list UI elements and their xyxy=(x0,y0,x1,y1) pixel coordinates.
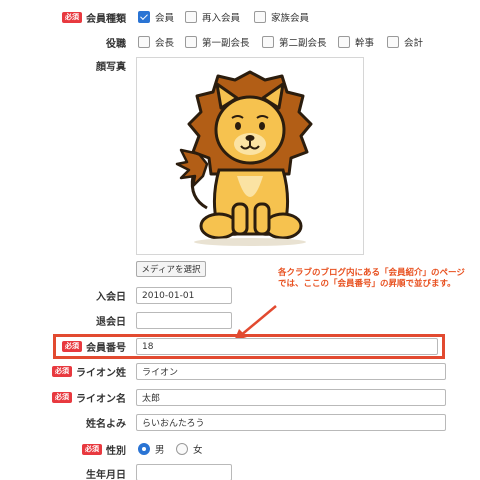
checkbox[interactable] xyxy=(138,36,150,48)
required-badge: 必須 xyxy=(82,443,102,455)
checkbox[interactable] xyxy=(338,36,350,48)
join-date-row: 入会日 2010-01-01 xyxy=(0,287,480,304)
name-kana-row: 姓名よみ らいおんたろう xyxy=(0,414,480,431)
option-label: 女 xyxy=(193,445,203,456)
birth-date-label-cell: 生年月日 xyxy=(86,466,126,480)
option-label: 家族会員 xyxy=(271,13,310,24)
leave-date-row: 退会日 xyxy=(0,312,480,329)
required-badge: 必須 xyxy=(52,365,72,377)
member-number-input[interactable]: 18 xyxy=(136,338,438,355)
leave-date-input[interactable] xyxy=(136,312,232,329)
join-date-label: 入会日 xyxy=(96,291,126,303)
last-name-label-cell: 必須 ライオン姓 xyxy=(52,364,126,379)
required-badge: 必須 xyxy=(52,391,72,403)
position-label: 役職 xyxy=(106,38,126,50)
member-type-label: 会員種類 xyxy=(86,13,126,25)
join-date-label-cell: 入会日 xyxy=(96,288,126,303)
checkbox[interactable] xyxy=(254,11,266,23)
option-label: 男 xyxy=(155,445,165,456)
name-kana-input[interactable]: らいおんたろう xyxy=(136,414,446,431)
checkbox[interactable] xyxy=(185,36,197,48)
birth-date-input[interactable] xyxy=(136,464,232,480)
option-label: 会長 xyxy=(155,38,175,49)
last-name-label: ライオン姓 xyxy=(76,367,126,379)
radio-selected[interactable] xyxy=(138,443,150,455)
member-type-option-rejoin[interactable]: 再入会員 xyxy=(185,10,240,24)
required-badge: 必須 xyxy=(62,11,82,23)
option-label: 会計 xyxy=(404,38,424,49)
option-label: 幹事 xyxy=(355,38,375,49)
position-option-treasurer[interactable]: 会計 xyxy=(387,35,423,49)
first-name-label-cell: 必須 ライオン名 xyxy=(52,390,126,405)
radio[interactable] xyxy=(176,443,188,455)
position-option-second-vp[interactable]: 第二副会長 xyxy=(262,35,327,49)
checkbox[interactable] xyxy=(185,11,197,23)
position-row: 役職 会長 第一副会長 第二副会長 幹事 会計 xyxy=(0,35,480,50)
lion-illustration xyxy=(175,70,313,246)
first-name-input[interactable]: 太郎 xyxy=(136,389,446,406)
member-number-row: 必須 会員番号 18 xyxy=(0,338,480,355)
checkbox[interactable] xyxy=(262,36,274,48)
leave-date-label-cell: 退会日 xyxy=(96,313,126,328)
position-option-first-vp[interactable]: 第一副会長 xyxy=(185,35,250,49)
checkbox[interactable] xyxy=(387,36,399,48)
member-type-label-cell: 必須 会員種類 xyxy=(62,10,126,25)
option-label: 再入会員 xyxy=(202,13,241,24)
name-kana-label: 姓名よみ xyxy=(86,418,126,430)
last-name-input[interactable]: ライオン xyxy=(136,363,446,380)
select-media-button[interactable]: メディアを選択 xyxy=(136,261,206,277)
member-number-label: 会員番号 xyxy=(86,342,126,354)
position-label-cell: 役職 xyxy=(106,35,126,50)
position-option-president[interactable]: 会長 xyxy=(138,35,174,49)
gender-label: 性別 xyxy=(106,445,126,457)
checkbox-checked[interactable] xyxy=(138,11,150,23)
photo-label: 顔写真 xyxy=(96,61,126,73)
birth-date-row: 生年月日 xyxy=(0,464,480,480)
leave-date-label: 退会日 xyxy=(96,316,126,328)
position-option-secretary[interactable]: 幹事 xyxy=(338,35,374,49)
required-badge: 必須 xyxy=(62,340,82,352)
gender-option-male[interactable]: 男 xyxy=(138,442,165,456)
member-type-option-member[interactable]: 会員 xyxy=(138,10,174,24)
last-name-row: 必須 ライオン姓 ライオン xyxy=(0,363,480,380)
member-type-row: 必須 会員種類 会員 再入会員 家族会員 xyxy=(0,10,480,25)
option-label: 第一副会長 xyxy=(202,38,250,49)
first-name-label: ライオン名 xyxy=(76,393,126,405)
gender-option-female[interactable]: 女 xyxy=(176,442,203,456)
option-label: 第二副会長 xyxy=(279,38,327,49)
member-type-option-family[interactable]: 家族会員 xyxy=(254,10,309,24)
gender-row: 必須 性別 男 女 xyxy=(0,442,480,457)
photo-preview xyxy=(136,57,364,255)
join-date-input[interactable]: 2010-01-01 xyxy=(136,287,232,304)
name-kana-label-cell: 姓名よみ xyxy=(86,415,126,430)
member-number-label-cell: 必須 会員番号 xyxy=(62,339,126,354)
gender-label-cell: 必須 性別 xyxy=(82,442,126,457)
photo-label-cell: 顔写真 xyxy=(96,58,126,73)
birth-date-label: 生年月日 xyxy=(86,469,126,480)
first-name-row: 必須 ライオン名 太郎 xyxy=(0,389,480,406)
option-label: 会員 xyxy=(155,13,175,24)
